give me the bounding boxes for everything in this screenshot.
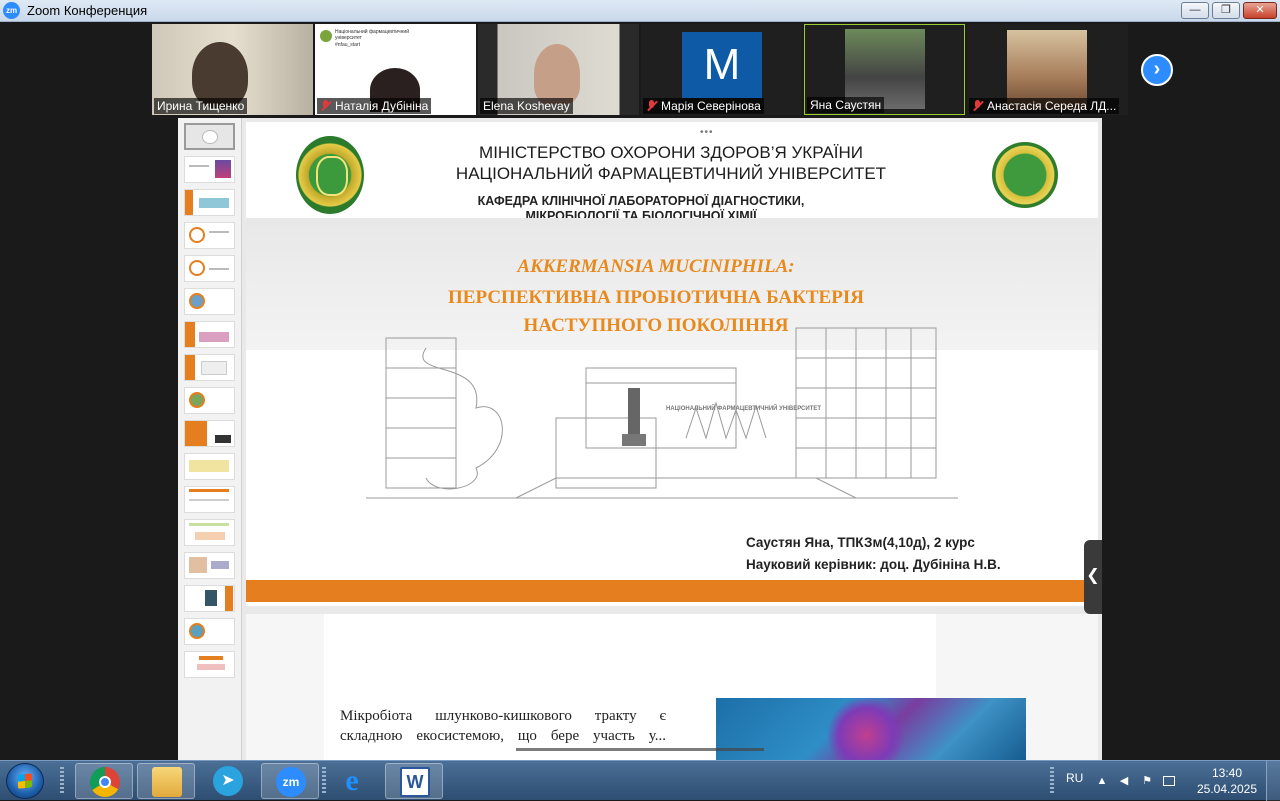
next-slide-preview: Мікробіота шлунково-кишкового тракту є с… [246, 614, 1098, 760]
next-participants-button[interactable]: › [1141, 54, 1173, 86]
slide-thumbnail[interactable] [184, 288, 235, 315]
zoom-logo-icon: zm [3, 2, 20, 19]
language-indicator[interactable]: RU [1066, 771, 1083, 785]
taskbar-explorer[interactable] [137, 763, 195, 799]
chevron-left-icon: ❮ [1086, 567, 1100, 584]
current-slide: ••• МІНІСТЕРСТВО ОХОРОНИ ЗДОРОВ’Я УКРАЇН… [246, 122, 1098, 606]
slide-thumbnail[interactable] [184, 486, 235, 513]
restore-icon: ❐ [1221, 4, 1231, 16]
slide-thumbnail[interactable] [184, 156, 235, 183]
participant-name: Ирина Тищенко [154, 98, 248, 114]
close-button[interactable]: ✕ [1243, 2, 1277, 19]
taskbar-telegram[interactable]: ➤ [199, 763, 257, 799]
internet-explorer-icon: e [345, 764, 359, 797]
shared-screen-title: Національний фармацевтичний університет [335, 29, 410, 41]
system-clock[interactable]: 13:40 25.04.2025 [1196, 765, 1258, 797]
participant-name: Наталія Дубініна [317, 98, 432, 114]
folder-icon [152, 767, 182, 797]
minimize-icon: — [1189, 4, 1201, 16]
window-titlebar: zm Zoom Конференция — ❐ ✕ [0, 0, 1280, 22]
participant-name: Elena Koshevay [480, 98, 573, 114]
muted-mic-icon [972, 100, 984, 112]
participants-strip: Ирина Тищенко Національний фармацевтични… [0, 22, 1280, 118]
svg-text:НАЦІОНАЛЬНИЙ ФАРМАЦЕВТИЧНИЙ УН: НАЦІОНАЛЬНИЙ ФАРМАЦЕВТИЧНИЙ УНІВЕРСИТЕТ [666, 404, 821, 412]
slide-thumbnail[interactable] [184, 552, 235, 579]
slide-thumbnail[interactable] [184, 255, 235, 282]
shared-screen-tag: #nfau_start [335, 42, 361, 48]
participant-tile[interactable]: M Марія Северінова [641, 24, 802, 115]
drag-handle-icon[interactable]: ••• [700, 127, 714, 138]
taskbar-zoom[interactable]: zm [261, 763, 319, 799]
ministry-heading: МІНІСТЕРСТВО ОХОРОНИ ЗДОРОВ’Я УКРАЇНИ НА… [455, 143, 887, 183]
chrome-icon [90, 767, 120, 797]
show-desktop-button[interactable] [1266, 761, 1280, 801]
slide-title-italic: AKKERMANSIA MUCINIPHILA: [517, 256, 795, 277]
chevron-right-icon: › [1153, 58, 1161, 80]
slide-thumbnail[interactable] [184, 585, 235, 612]
participant-video [534, 44, 580, 104]
slide-thumbnail[interactable] [184, 618, 235, 645]
minimize-button[interactable]: — [1181, 2, 1209, 19]
campus-sketch-illustration: НАЦІОНАЛЬНИЙ ФАРМАЦЕВТИЧНИЙ УНІВЕРСИТЕТ [366, 327, 958, 499]
author-info: Саустян Яна, ТПКЗм(4,10д), 2 курс Науков… [746, 535, 1001, 572]
participant-name: Марія Северінова [643, 98, 764, 114]
slide-thumbnail[interactable] [184, 387, 235, 414]
start-button[interactable] [6, 763, 44, 799]
collapse-panel-button[interactable]: ❮ [1084, 540, 1102, 614]
participant-tile[interactable]: Національний фармацевтичний університет … [315, 24, 476, 115]
horizontal-scrollbar[interactable] [516, 748, 764, 751]
slide-thumbnail[interactable] [184, 222, 235, 249]
slide-thumbnail[interactable] [184, 354, 235, 381]
network-icon[interactable] [1163, 776, 1175, 786]
slide-thumbnail[interactable] [184, 519, 235, 546]
tray-expand-icon[interactable]: ▲ [1095, 774, 1109, 788]
slide-footer-bar [246, 580, 1098, 602]
muted-mic-icon [646, 100, 658, 112]
shared-screen-powerpoint: ••• МІНІСТЕРСТВО ОХОРОНИ ЗДОРОВ’Я УКРАЇН… [178, 118, 1102, 760]
participant-tile-active-speaker[interactable]: Яна Саустян [804, 24, 965, 115]
telegram-icon: ➤ [213, 766, 243, 796]
close-icon: ✕ [1255, 4, 1265, 16]
avatar: M [682, 32, 762, 98]
taskbar-chrome[interactable] [75, 763, 133, 799]
taskbar-internet-explorer[interactable]: e [323, 763, 381, 799]
slide-body-text: Мікробіота шлунково-кишкового тракту є с… [340, 708, 666, 744]
windows-taskbar: ➤ zm e W RU ▲ ◀ ⚑ 13:40 25.04.2025 [0, 760, 1280, 801]
slide-thumbnail[interactable] [184, 420, 235, 447]
word-icon: W [400, 767, 430, 797]
slide-thumbnail[interactable] [184, 651, 235, 678]
muted-mic-icon [320, 100, 332, 112]
university-emblem-left [296, 136, 364, 214]
participant-name: Яна Саустян [807, 97, 885, 113]
participant-tile[interactable]: Ирина Тищенко [152, 24, 313, 115]
participant-name: Анастасія Середа ЛД... [969, 98, 1120, 114]
slide-thumbnail[interactable] [184, 321, 235, 348]
slide-thumbnail[interactable] [184, 189, 235, 216]
volume-icon[interactable]: ◀ [1117, 774, 1131, 788]
restore-button[interactable]: ❐ [1212, 2, 1240, 19]
slide-thumbnail[interactable] [184, 453, 235, 480]
slide-thumbnail-panel[interactable] [178, 118, 242, 760]
window-title: Zoom Конференция [27, 3, 148, 18]
university-logo-icon [320, 30, 332, 42]
participant-tile[interactable]: Анастасія Середа ЛД... [967, 24, 1128, 115]
action-center-flag-icon[interactable]: ⚑ [1140, 774, 1154, 788]
slide-title: ПЕРСПЕКТИВНА ПРОБІОТИЧНА БАКТЕРІЯ НАСТУП… [448, 287, 864, 336]
zoom-icon: zm [276, 767, 306, 797]
taskbar-word[interactable]: W [385, 763, 443, 799]
participant-tile[interactable]: Elena Koshevay [478, 24, 639, 115]
university-emblem-right [992, 142, 1058, 208]
slide-thumbnail[interactable] [184, 123, 235, 150]
